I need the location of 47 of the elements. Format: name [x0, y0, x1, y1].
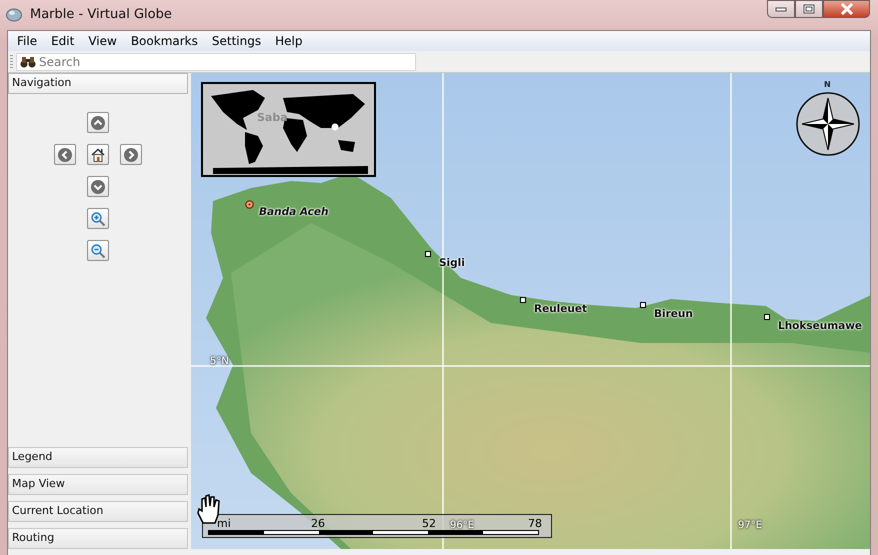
- minimize-icon: [775, 6, 787, 12]
- minimize-button[interactable]: [767, 0, 795, 18]
- zoom-out-button[interactable]: [87, 240, 109, 261]
- town-marker-icon: [425, 251, 431, 257]
- zoom-in-button[interactable]: [87, 208, 109, 229]
- scale-label: mi: [217, 516, 231, 532]
- compass-north-label: N: [824, 79, 831, 91]
- overview-place-label: Saba: [257, 110, 288, 126]
- scale-label: 26: [311, 516, 325, 532]
- menu-item[interactable]: Help: [268, 31, 310, 51]
- menu-item[interactable]: Edit: [44, 31, 82, 51]
- menu-item[interactable]: Settings: [204, 31, 268, 51]
- panel-header[interactable]: Current Location: [8, 501, 188, 522]
- grid-coordinate-label: 96°E: [450, 519, 474, 533]
- pan-left-button[interactable]: [54, 144, 76, 165]
- panel-header[interactable]: Routing: [8, 528, 188, 549]
- town-marker-icon: [520, 297, 526, 303]
- capital-marker-icon: [245, 200, 254, 209]
- home-button[interactable]: [87, 144, 109, 165]
- place-label[interactable]: Banda Aceh: [259, 205, 328, 221]
- search-field[interactable]: Search: [16, 52, 416, 70]
- current-position-dot-icon: [332, 124, 338, 130]
- place-label[interactable]: Reuleuet: [534, 302, 588, 318]
- scale-label: 52: [422, 516, 436, 532]
- town-marker-icon: [640, 302, 646, 308]
- close-button[interactable]: [823, 0, 870, 18]
- pan-right-button[interactable]: [120, 144, 142, 165]
- maximize-button[interactable]: [795, 0, 823, 18]
- menu-item[interactable]: View: [81, 31, 124, 51]
- maximize-icon: [803, 4, 815, 14]
- place-label[interactable]: Lhokseumawe: [778, 319, 862, 335]
- menu-item[interactable]: File: [10, 31, 44, 51]
- compass-rose-icon: [796, 92, 860, 156]
- close-icon: [840, 3, 854, 15]
- panel-header[interactable]: Navigation: [8, 73, 188, 94]
- window-title: Marble - Virtual Globe: [30, 6, 172, 24]
- grid-coordinate-label: 97°E: [738, 519, 762, 533]
- pan-down-button[interactable]: [87, 176, 109, 197]
- scale-label: 78: [528, 516, 542, 532]
- panel-header[interactable]: Map View: [8, 474, 188, 495]
- menu-item[interactable]: Bookmarks: [124, 31, 205, 51]
- panel-header[interactable]: Legend: [8, 447, 188, 468]
- grid-coordinate-label: 5°N: [210, 355, 229, 369]
- place-label[interactable]: Bireun: [654, 307, 693, 323]
- town-marker-icon: [764, 314, 770, 320]
- app-globe-icon: [6, 8, 22, 22]
- pan-up-button[interactable]: [87, 112, 109, 133]
